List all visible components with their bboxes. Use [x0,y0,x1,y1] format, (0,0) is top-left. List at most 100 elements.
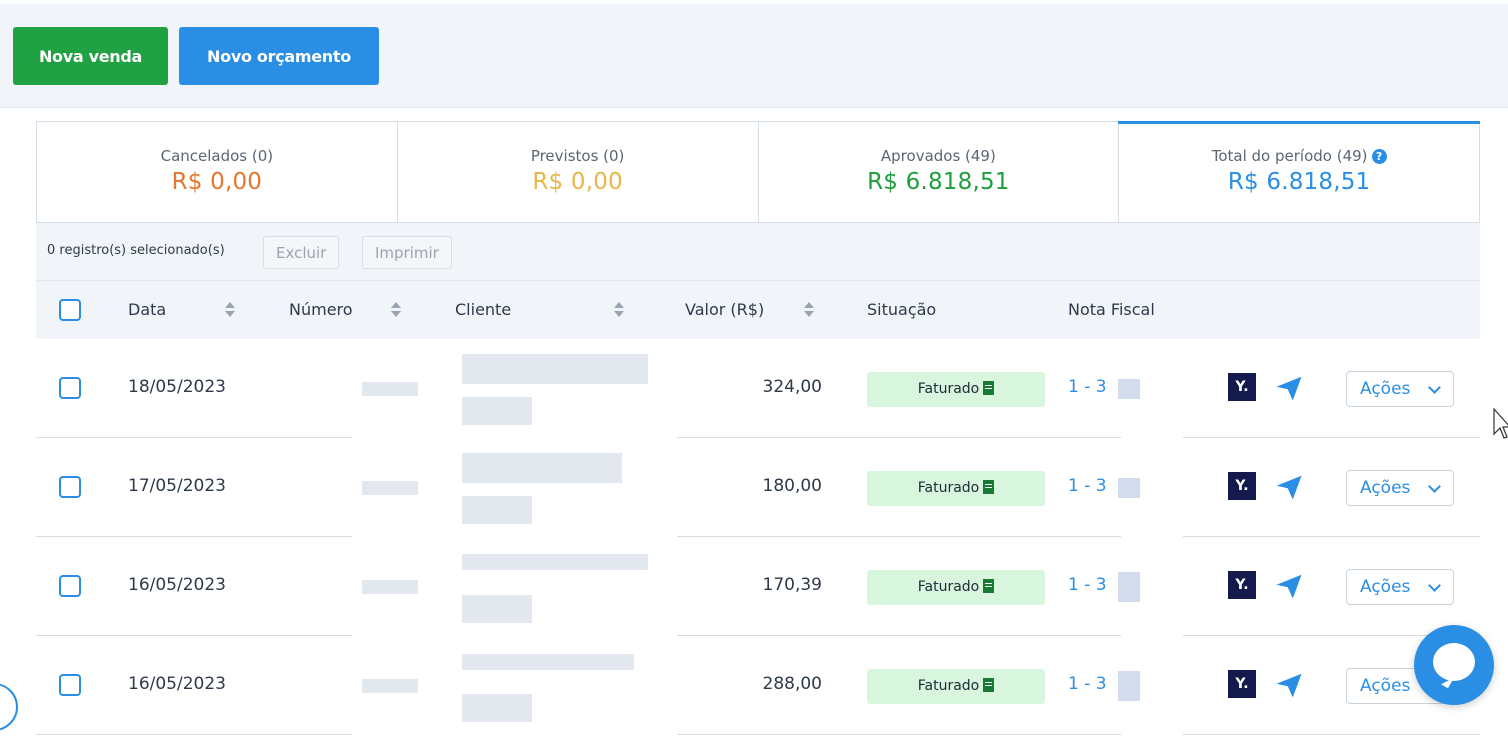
row-valor: 180,00 [762,476,822,496]
table-row[interactable]: 16/05/2023 170,39 Faturado 1 - 3 Y. Açõe… [36,537,1480,636]
sort-icon[interactable] [614,302,624,320]
status-text: Faturado [917,579,980,595]
row-valor: 324,00 [762,377,822,397]
top-divider [0,0,1508,4]
table-header: Data Número Cliente Valor (R$) Situação … [36,281,1480,339]
acoes-dropdown[interactable]: Ações [1346,569,1454,605]
question-circle-icon[interactable]: ? [1371,149,1387,164]
row-checkbox[interactable] [59,377,81,399]
chat-button[interactable] [1414,625,1494,705]
sort-icon[interactable] [391,302,401,320]
status-badge: Faturado [867,471,1045,506]
redacted-cliente [462,654,634,670]
column-header-data[interactable]: Data [128,300,166,319]
column-header-valor[interactable]: Valor (R$) [685,300,764,319]
chevron-down-icon [1428,579,1441,592]
status-badge: Faturado [867,669,1045,704]
summary-card-previstos[interactable]: Previstos (0) R$ 0,00 [398,122,759,222]
row-checkbox[interactable] [59,575,81,597]
status-text: Faturado [917,381,980,397]
status-text: Faturado [917,678,980,694]
redacted-nf [1118,671,1140,701]
selection-count: 0 registro(s) selecionado(s) [47,243,225,258]
row-valor: 170,39 [762,575,822,595]
acoes-label: Ações [1360,478,1411,498]
row-divider [677,734,1121,735]
nota-fiscal-link[interactable]: 1 - 3 [1068,575,1107,595]
y-app-icon[interactable]: Y. [1228,571,1256,599]
top-toolbar: Nova venda Novo orçamento [0,0,1508,108]
summary-card-total[interactable]: Total do período (49)? R$ 6.818,51 [1118,121,1480,222]
redacted-numero [362,580,418,594]
redacted-numero [362,382,418,396]
status-badge: Faturado [867,372,1045,407]
acoes-label: Ações [1360,577,1411,597]
document-icon [983,480,995,494]
summary-value: R$ 0,00 [171,169,263,195]
acoes-dropdown[interactable]: Ações [1346,470,1454,506]
y-app-icon[interactable]: Y. [1228,373,1256,401]
document-icon [983,678,995,692]
excluir-button[interactable]: Excluir [263,236,340,269]
column-header-nota-fiscal: Nota Fiscal [1068,300,1155,319]
nota-fiscal-link[interactable]: 1 - 3 [1068,476,1107,496]
nota-fiscal-link[interactable]: 1 - 3 [1068,377,1107,397]
redacted-cliente [462,595,532,623]
status-badge: Faturado [867,570,1045,605]
acoes-dropdown[interactable]: Ações [1346,371,1454,407]
summary-label-text: Total do período (49) [1211,147,1368,165]
mouse-cursor-icon [1493,408,1508,439]
summary-label: Total do período (49)? [1119,147,1479,165]
redacted-cliente [462,453,622,483]
redacted-nf [1118,478,1140,498]
summary-cards: Cancelados (0) R$ 0,00 Previstos (0) R$ … [36,121,1480,223]
redacted-nf [1118,379,1140,399]
paper-plane-icon[interactable] [1274,571,1304,601]
summary-card-cancelados[interactable]: Cancelados (0) R$ 0,00 [37,122,398,222]
row-checkbox[interactable] [59,476,81,498]
summary-card-aprovados[interactable]: Aprovados (49) R$ 6.818,51 [759,122,1120,222]
row-date: 18/05/2023 [128,377,226,397]
row-date: 16/05/2023 [128,674,226,694]
redacted-cliente [462,496,532,524]
redacted-numero [362,481,418,495]
summary-label: Previstos (0) [530,147,625,165]
selection-bar: 0 registro(s) selecionado(s) Excluir Imp… [36,223,1480,281]
chevron-down-icon [1428,480,1441,493]
redacted-cliente [462,554,648,570]
nova-venda-button[interactable]: Nova venda [13,27,168,85]
redacted-cliente [462,354,648,384]
sort-icon[interactable] [225,302,235,320]
floating-widget[interactable] [0,683,18,731]
imprimir-button[interactable]: Imprimir [362,236,452,269]
novo-orcamento-button[interactable]: Novo orçamento [179,27,379,85]
row-divider [1183,734,1480,735]
table-row[interactable]: 16/05/2023 288,00 Faturado 1 - 3 Y. Açõe… [36,636,1480,735]
y-app-icon[interactable]: Y. [1228,670,1256,698]
redacted-numero [362,679,418,693]
paper-plane-icon[interactable] [1274,670,1304,700]
chevron-down-icon [1428,381,1441,394]
column-header-numero[interactable]: Número [289,300,353,319]
redacted-cliente [462,694,532,722]
row-valor: 288,00 [762,674,822,694]
status-text: Faturado [917,480,980,496]
paper-plane-icon[interactable] [1274,373,1304,403]
summary-label: Aprovados (49) [880,147,996,165]
nota-fiscal-link[interactable]: 1 - 3 [1068,674,1107,694]
summary-value: R$ 0,00 [532,169,623,195]
table-row[interactable]: 18/05/2023 324,00 Faturado 1 - 3 Y. Açõe… [36,339,1480,438]
paper-plane-icon[interactable] [1274,472,1304,502]
row-divider [36,734,352,735]
document-icon [983,381,995,395]
column-header-cliente[interactable]: Cliente [455,300,511,319]
y-app-icon[interactable]: Y. [1228,472,1256,500]
sort-icon[interactable] [804,302,814,320]
row-date: 16/05/2023 [128,575,226,595]
summary-value: R$ 6.818,51 [867,169,1010,195]
row-checkbox[interactable] [59,674,81,696]
select-all-checkbox[interactable] [59,299,81,321]
row-date: 17/05/2023 [128,476,226,496]
table-row[interactable]: 17/05/2023 180,00 Faturado 1 - 3 Y. Açõe… [36,438,1480,537]
redacted-nf [1118,572,1140,602]
